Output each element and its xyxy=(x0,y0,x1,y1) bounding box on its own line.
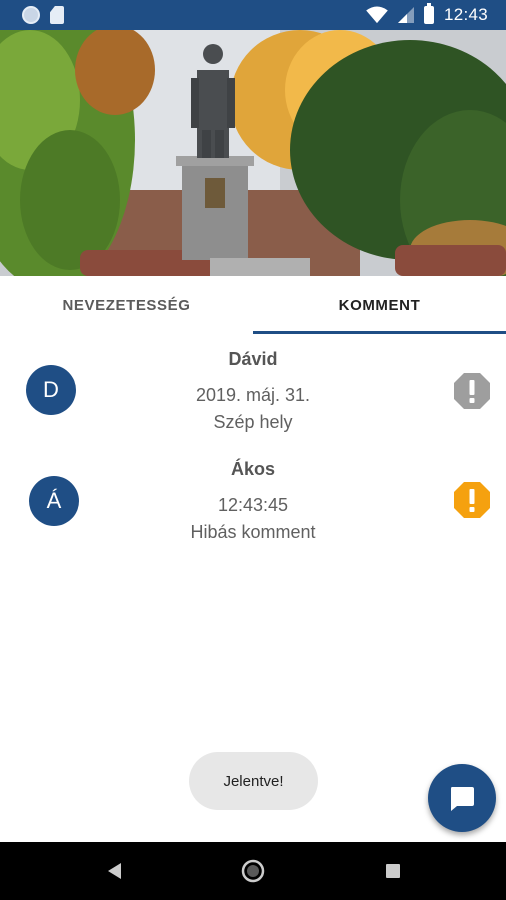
sd-card-icon xyxy=(50,6,64,24)
report-icon[interactable] xyxy=(453,372,491,410)
status-clock: 12:43 xyxy=(443,5,488,24)
wifi-icon xyxy=(366,6,388,24)
comment-text: Szép hely xyxy=(213,412,293,432)
tab-komment[interactable]: KOMMENT xyxy=(253,276,506,334)
status-bar: 12:43 xyxy=(0,0,506,30)
comment-item: D Dávid 2019. máj. 31. Szép hely xyxy=(0,340,506,440)
comment-date: 2019. máj. 31. xyxy=(195,385,311,405)
battery-icon xyxy=(423,3,434,24)
comment-author: Ákos xyxy=(230,459,275,479)
signal-icon xyxy=(397,7,414,23)
chat-icon xyxy=(451,787,474,811)
system-nav-bar xyxy=(0,842,506,900)
back-icon xyxy=(108,863,121,879)
home-button[interactable] xyxy=(223,842,283,900)
tab-indicator xyxy=(253,331,506,334)
comment-item: Á Ákos 12:43:45 Hibás komment xyxy=(0,450,506,550)
back-button[interactable] xyxy=(84,842,144,900)
report-icon[interactable] xyxy=(453,481,491,519)
toast-message: Jelentve! xyxy=(189,752,318,810)
recents-button[interactable] xyxy=(363,842,423,900)
tab-nevezetesseg[interactable]: NEVEZETESSÉG xyxy=(0,276,253,334)
recents-icon xyxy=(386,864,400,878)
notification-dot-icon xyxy=(22,6,40,24)
add-comment-button[interactable] xyxy=(428,764,496,832)
home-icon xyxy=(241,859,265,883)
comment-date: 12:43:45 xyxy=(217,495,289,515)
hero-photo xyxy=(0,30,506,276)
comment-text: Hibás komment xyxy=(190,522,316,542)
comment-author: Dávid xyxy=(228,349,278,369)
tab-bar: NEVEZETESSÉG KOMMENT xyxy=(0,276,506,334)
